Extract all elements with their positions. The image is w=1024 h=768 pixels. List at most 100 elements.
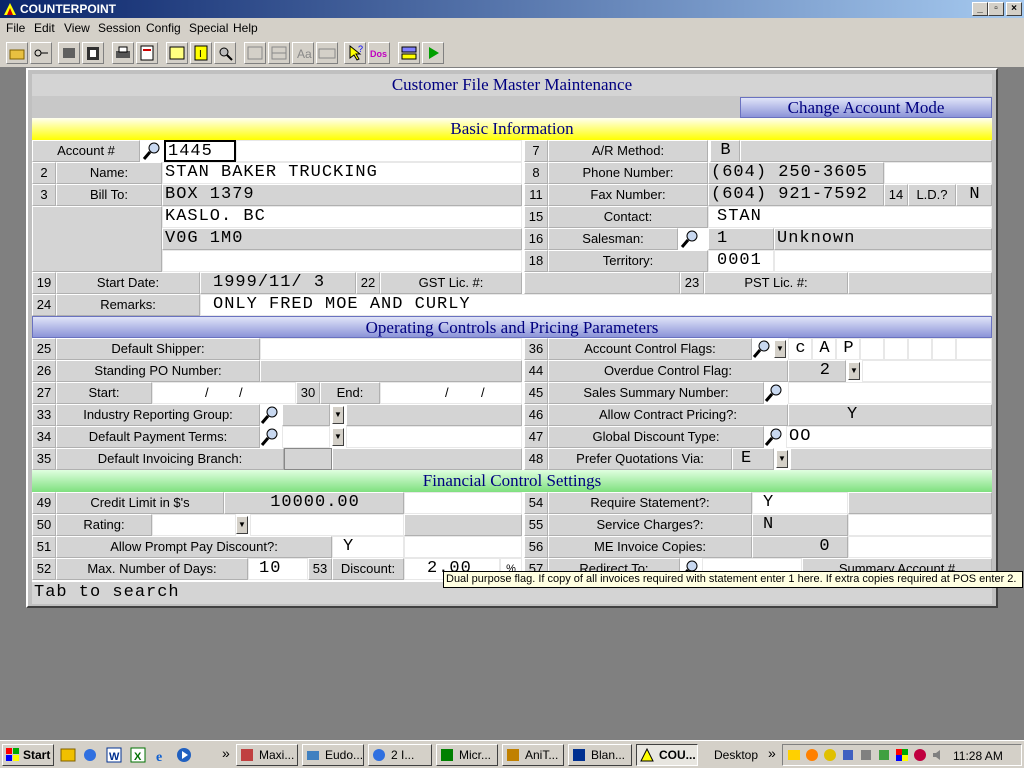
- bill-to-line-4[interactable]: [162, 250, 522, 272]
- require-statement-field[interactable]: Y: [752, 492, 848, 514]
- tray-icon[interactable]: [805, 748, 819, 762]
- key-icon[interactable]: [30, 42, 52, 64]
- default-payment-search-icon[interactable]: [260, 427, 280, 447]
- volume-icon[interactable]: [931, 748, 945, 762]
- pst-field[interactable]: [848, 272, 992, 294]
- keyboard-icon[interactable]: [316, 42, 338, 64]
- acf-flag-5[interactable]: [884, 338, 908, 360]
- open-folder-icon[interactable]: [6, 42, 28, 64]
- salesman-search-icon[interactable]: [680, 229, 700, 249]
- allow-contract-field[interactable]: Y: [788, 404, 992, 426]
- task-button[interactable]: Blan...: [568, 744, 632, 766]
- tray-icon[interactable]: [859, 748, 873, 762]
- global-discount-search-icon[interactable]: [764, 427, 784, 447]
- salesman-code[interactable]: 1: [708, 228, 774, 250]
- industry-group-field[interactable]: [282, 404, 330, 426]
- phone-field[interactable]: (604) 250-3605: [708, 162, 884, 184]
- acf-flag-4[interactable]: [860, 338, 884, 360]
- acf-flag-2[interactable]: A: [812, 338, 836, 360]
- task-button[interactable]: AniT...: [502, 744, 564, 766]
- table-icon[interactable]: [268, 42, 290, 64]
- tray-icon[interactable]: [913, 748, 927, 762]
- tray-icon[interactable]: [823, 748, 837, 762]
- outlook-icon[interactable]: [60, 747, 76, 763]
- industry-group-dropdown-icon[interactable]: ▼: [332, 406, 344, 424]
- menu-session[interactable]: Session: [98, 21, 141, 35]
- end-po-date-field[interactable]: / /: [380, 382, 522, 404]
- start-date-field[interactable]: 1999/11/ 3: [200, 272, 356, 294]
- overdue-control-field[interactable]: 2: [788, 360, 846, 382]
- find-icon[interactable]: [214, 42, 236, 64]
- maximize-icon[interactable]: ▫: [988, 2, 1004, 16]
- standing-po-field[interactable]: [260, 360, 522, 382]
- tray-icon[interactable]: [787, 748, 801, 762]
- account-control-flags-dropdown-icon[interactable]: ▼: [774, 340, 786, 358]
- acf-flag-8[interactable]: [956, 338, 992, 360]
- paste-icon[interactable]: [82, 42, 104, 64]
- menu-config[interactable]: Config: [146, 21, 181, 35]
- ar-method-field[interactable]: B: [710, 140, 740, 162]
- info-icon[interactable]: I: [190, 42, 212, 64]
- tray-icon[interactable]: [895, 748, 909, 762]
- menu-view[interactable]: View: [64, 21, 90, 35]
- task-button[interactable]: Maxi...: [236, 744, 298, 766]
- name-field[interactable]: STAN BAKER TRUCKING: [162, 162, 522, 184]
- sales-summary-field[interactable]: [788, 382, 992, 404]
- help-pointer-icon[interactable]: ?: [344, 42, 366, 64]
- account-input[interactable]: 1445: [164, 140, 236, 162]
- overdue-control-dropdown-icon[interactable]: ▼: [848, 362, 860, 380]
- print-preview-icon[interactable]: [136, 42, 158, 64]
- prefer-quotations-field[interactable]: E: [732, 448, 774, 470]
- ie-icon[interactable]: e: [154, 747, 170, 765]
- word-quick-icon[interactable]: W: [106, 747, 122, 763]
- allow-prompt-field[interactable]: Y: [332, 536, 404, 558]
- max-days-field[interactable]: 10: [248, 558, 308, 580]
- bill-to-line-2[interactable]: KASLO. BC: [162, 206, 522, 228]
- tray-icon[interactable]: [877, 748, 891, 762]
- territory-field[interactable]: 0001: [708, 250, 774, 272]
- media-player-icon[interactable]: [176, 747, 192, 763]
- menu-file[interactable]: File: [6, 21, 25, 35]
- grid-icon[interactable]: [244, 42, 266, 64]
- bill-to-line-1[interactable]: BOX 1379: [162, 184, 522, 206]
- excel-quick-icon[interactable]: X: [130, 747, 146, 763]
- task-button-active[interactable]: COU...: [636, 744, 698, 766]
- desktop-toolbar-label[interactable]: Desktop: [714, 748, 758, 762]
- rating-field[interactable]: [152, 514, 236, 536]
- ie-quick-icon[interactable]: [82, 747, 98, 763]
- menu-help[interactable]: Help: [233, 21, 258, 35]
- industry-group-search-icon[interactable]: [260, 405, 280, 425]
- task-button[interactable]: Micr...: [436, 744, 498, 766]
- global-discount-field[interactable]: OO: [786, 426, 992, 448]
- dos-icon[interactable]: Dos: [368, 42, 390, 64]
- me-invoice-field[interactable]: 0: [752, 536, 848, 558]
- credit-limit-field[interactable]: 10000.00: [224, 492, 404, 514]
- service-charges-field[interactable]: N: [752, 514, 848, 536]
- quicklaunch-chevron-icon[interactable]: »: [222, 745, 230, 761]
- default-shipper-field[interactable]: [260, 338, 522, 360]
- default-payment-field[interactable]: [282, 426, 330, 448]
- run-icon[interactable]: [422, 42, 444, 64]
- cut-icon[interactable]: [58, 42, 80, 64]
- font-icon[interactable]: Aa: [292, 42, 314, 64]
- sales-summary-search-icon[interactable]: [764, 383, 784, 403]
- print-icon[interactable]: [112, 42, 134, 64]
- ld-field[interactable]: N: [956, 184, 992, 206]
- desktop-chevron-icon[interactable]: »: [768, 745, 776, 761]
- account-control-flags-search-icon[interactable]: [752, 339, 772, 359]
- minimize-icon[interactable]: _: [972, 2, 988, 16]
- acf-flag-6[interactable]: [908, 338, 932, 360]
- task-button[interactable]: Eudo...: [302, 744, 364, 766]
- default-invoicing-field[interactable]: [284, 448, 332, 470]
- close-icon[interactable]: ×: [1006, 2, 1022, 16]
- task-button[interactable]: 2 I...: [368, 744, 432, 766]
- acf-flag-3[interactable]: P: [836, 338, 860, 360]
- menu-edit[interactable]: Edit: [34, 21, 55, 35]
- menu-special[interactable]: Special: [189, 21, 228, 35]
- gst-field[interactable]: [524, 272, 680, 294]
- form-icon[interactable]: [166, 42, 188, 64]
- start-button[interactable]: Start: [2, 744, 54, 766]
- tray-icon[interactable]: [841, 748, 855, 762]
- acf-flag-7[interactable]: [932, 338, 956, 360]
- rating-dropdown-icon[interactable]: ▼: [236, 516, 248, 534]
